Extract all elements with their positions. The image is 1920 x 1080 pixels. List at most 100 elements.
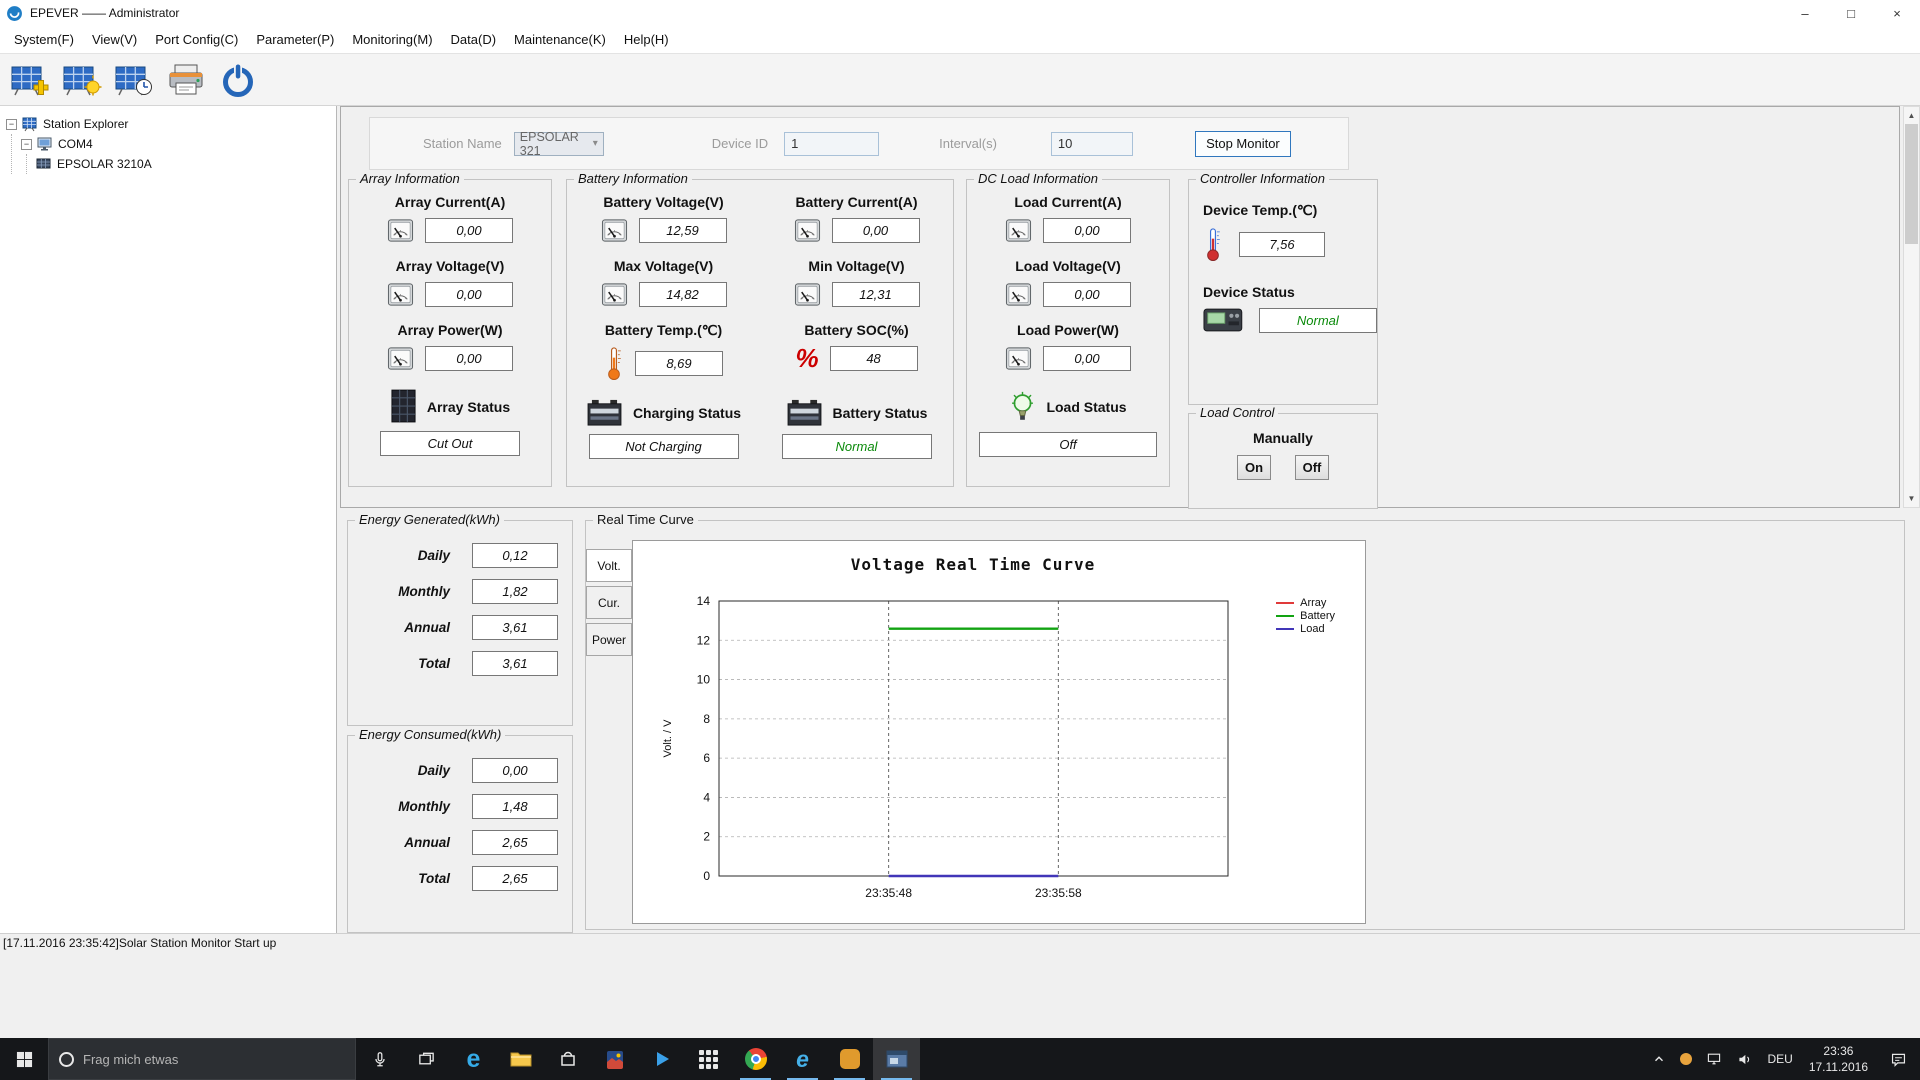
station-monitor-button[interactable]: [60, 58, 104, 102]
taskbar-icon-edge[interactable]: e: [450, 1038, 497, 1080]
action-center-button[interactable]: [1877, 1038, 1920, 1080]
metric-label: Array Current(A): [394, 194, 506, 210]
add-station-button[interactable]: [8, 58, 52, 102]
energy-column: Energy Generated(kWh) Daily 0,12 Monthly…: [347, 512, 573, 933]
metric-label: Array Power(W): [397, 322, 503, 338]
tray-chevron-button[interactable]: [1645, 1038, 1673, 1080]
taskbar-icon-epsolar-active[interactable]: [873, 1038, 920, 1080]
print-button[interactable]: [164, 58, 208, 102]
thermometer-icon: [608, 347, 622, 381]
menu-system[interactable]: System(F): [5, 32, 83, 47]
task-view-icon: [419, 1052, 434, 1064]
window-controls: – □ ×: [1782, 0, 1920, 26]
interval-input[interactable]: [1050, 131, 1133, 156]
scroll-down-arrow[interactable]: ▼: [1904, 490, 1919, 507]
tab-cur[interactable]: Cur.: [586, 586, 632, 619]
stop-monitor-button[interactable]: Stop Monitor: [1194, 130, 1291, 157]
device-id-input[interactable]: [784, 131, 880, 156]
search-placeholder: Frag mich etwas: [83, 1051, 179, 1067]
svg-text:14: 14: [697, 594, 711, 608]
tray-icon-updater[interactable]: [1673, 1038, 1699, 1080]
station-time-button[interactable]: [112, 58, 156, 102]
metric-array-power: Array Power(W) 0,00: [349, 322, 551, 372]
load-status-label: Load Status: [1046, 399, 1127, 415]
load-on-button[interactable]: On: [1237, 455, 1271, 480]
svg-text:8: 8: [703, 712, 710, 726]
svg-text:2: 2: [703, 830, 710, 844]
power-button[interactable]: [216, 58, 260, 102]
tree-children-root: − COM4 EPSOLAR 3210A: [11, 134, 334, 174]
gauge-icon: [1005, 219, 1032, 242]
taskbar-icon-media-player[interactable]: [638, 1038, 685, 1080]
start-button[interactable]: [0, 1038, 48, 1080]
station-name-select[interactable]: EPSOLAR 321 ▾: [513, 130, 604, 158]
energy-row: Daily 0,00: [348, 758, 572, 783]
collapse-icon[interactable]: −: [21, 138, 32, 150]
menu-help[interactable]: Help(H): [615, 32, 678, 47]
metric-battery-soc: Battery SOC(%) % 48: [795, 322, 918, 371]
group-title: Real Time Curve: [593, 512, 698, 527]
metric-label: Load Power(W): [1017, 322, 1119, 338]
energy-row: Total 3,61: [348, 651, 572, 676]
collapse-icon[interactable]: −: [6, 118, 17, 130]
tree-node-device[interactable]: EPSOLAR 3210A: [36, 154, 334, 174]
minimize-button[interactable]: –: [1782, 0, 1828, 26]
tray-icon-display[interactable]: [1699, 1038, 1729, 1080]
dictation-mic-button[interactable]: [356, 1038, 403, 1080]
energy-row: Monthly 1,82: [348, 579, 572, 604]
chrome-icon: [744, 1048, 767, 1070]
tab-power[interactable]: Power: [586, 623, 632, 656]
load-voltage-value: 0,00: [1043, 282, 1131, 307]
task-view-button[interactable]: [403, 1038, 450, 1080]
system-tray: DEU 23:36 17.11.2016: [1645, 1038, 1920, 1080]
load-off-button[interactable]: Off: [1295, 455, 1329, 480]
scrollbar-track[interactable]: [1904, 124, 1919, 490]
controller-information-group: Controller Information Device Temp.(℃) 7…: [1188, 171, 1378, 405]
taskbar-icon-chrome[interactable]: [732, 1038, 779, 1080]
taskbar-search[interactable]: Frag mich etwas: [48, 1038, 356, 1080]
scroll-up-arrow[interactable]: ▲: [1904, 107, 1919, 124]
charging-status-block: Charging Status Not Charging: [586, 398, 741, 459]
station-monitor-icon: [63, 65, 102, 96]
energy-consumed-monthly: 1,48: [472, 794, 558, 819]
maximize-button[interactable]: □: [1828, 0, 1874, 26]
interval-label: Interval(s): [939, 136, 997, 151]
taskbar-clock[interactable]: 23:36 17.11.2016: [1800, 1038, 1877, 1080]
tree-node-station-explorer[interactable]: − Station Explorer: [6, 114, 334, 134]
windows-logo-icon: [16, 1051, 32, 1067]
taskbar-icon-apps-grid[interactable]: [685, 1038, 732, 1080]
taskbar-icon-photos[interactable]: [591, 1038, 638, 1080]
menu-port-config[interactable]: Port Config(C): [146, 32, 247, 47]
energy-consumed-annual: 2,65: [472, 830, 558, 855]
taskbar-icon-store[interactable]: [544, 1038, 591, 1080]
menu-view[interactable]: View(V): [83, 32, 146, 47]
energy-row: Daily 0,12: [348, 543, 572, 568]
vertical-scrollbar[interactable]: ▲ ▼: [1903, 106, 1920, 508]
metric-battery-current: Battery Current(A) 0,00: [794, 194, 920, 244]
scrollbar-thumb[interactable]: [1905, 124, 1918, 244]
group-title: Load Control: [1196, 405, 1279, 420]
menu-parameter[interactable]: Parameter(P): [247, 32, 343, 47]
taskbar-icon-internet-explorer[interactable]: e: [779, 1038, 826, 1080]
device-icon: [36, 158, 51, 169]
controller-device-icon: [1203, 308, 1243, 332]
menu-monitoring[interactable]: Monitoring(M): [343, 32, 441, 47]
array-status-block: Array Status Cut Out: [349, 389, 551, 456]
group-title: Energy Generated(kWh): [355, 512, 504, 527]
menu-maintenance[interactable]: Maintenance(K): [505, 32, 615, 47]
device-temp-value: 7,56: [1239, 232, 1325, 257]
tray-icon-volume[interactable]: [1729, 1038, 1760, 1080]
max-voltage-value: 14,82: [638, 282, 727, 307]
menu-data[interactable]: Data(D): [442, 32, 506, 47]
language-indicator[interactable]: DEU: [1760, 1038, 1799, 1080]
taskbar-icon-epever[interactable]: [826, 1038, 873, 1080]
tree-node-com4[interactable]: − COM4: [21, 134, 334, 154]
close-button[interactable]: ×: [1874, 0, 1920, 26]
epsolar-window-icon: [886, 1050, 907, 1068]
charging-status-value: Not Charging: [588, 434, 739, 459]
tab-volt[interactable]: Volt.: [586, 549, 632, 582]
metric-battery-voltage: Battery Voltage(V) 12,59: [601, 194, 727, 244]
array-status-value: Cut Out: [380, 431, 520, 456]
taskbar-icon-explorer[interactable]: [497, 1038, 544, 1080]
clock-time: 23:36: [1823, 1043, 1854, 1058]
